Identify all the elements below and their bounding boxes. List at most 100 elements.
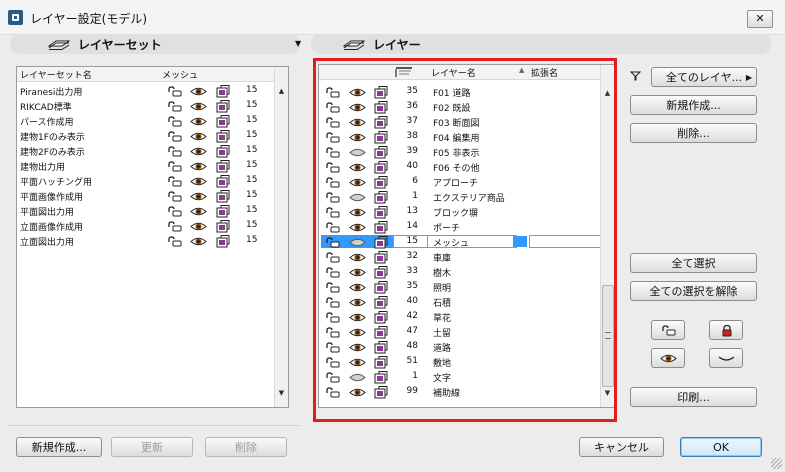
unlock-icon[interactable]	[325, 342, 340, 353]
eye-icon[interactable]	[190, 146, 207, 157]
hidden-eye-icon[interactable]	[349, 147, 366, 158]
unlock-icon[interactable]	[325, 267, 340, 278]
layer-row[interactable]: 37 F03 断面図	[321, 115, 600, 130]
eye-icon[interactable]	[190, 206, 207, 217]
layer-row[interactable]: 51 敷地	[321, 355, 600, 370]
deselect-all-button[interactable]: 全ての選択を解除	[630, 281, 757, 301]
layer-type-icon[interactable]	[374, 250, 389, 264]
ok-button[interactable]: OK	[680, 437, 762, 457]
select-all-button[interactable]: 全て選択	[630, 253, 757, 273]
eye-icon[interactable]	[349, 387, 366, 398]
layer-type-icon[interactable]	[374, 295, 389, 309]
layer-set-scrollbar[interactable]: ▲ ▼	[274, 67, 288, 407]
layer-row[interactable]: 40 F06 その他	[321, 160, 600, 175]
unlock-icon[interactable]	[167, 86, 182, 97]
unlock-button[interactable]	[651, 320, 685, 340]
unlock-icon[interactable]	[325, 117, 340, 128]
layer-row[interactable]: 47 土留	[321, 325, 600, 340]
column-layer-set-name[interactable]: レイヤーセット名	[20, 68, 92, 81]
layer-type-icon[interactable]	[374, 355, 389, 369]
layer-set-row[interactable]: 建物2Fのみ表示 15	[20, 144, 274, 159]
layer-type-icon[interactable]	[374, 340, 389, 354]
layer-row[interactable]: 40 石積	[321, 295, 600, 310]
unlock-icon[interactable]	[325, 207, 340, 218]
layer-type-icon[interactable]	[374, 175, 389, 189]
eye-icon[interactable]	[349, 252, 366, 263]
show-button[interactable]	[651, 348, 685, 368]
delete-layer-set-button[interactable]: 削除	[205, 437, 287, 457]
eye-icon[interactable]	[349, 312, 366, 323]
layer-type-icon[interactable]	[374, 220, 389, 234]
eye-icon[interactable]	[190, 191, 207, 202]
unlock-icon[interactable]	[325, 297, 340, 308]
layer-type-icon[interactable]	[216, 204, 231, 218]
unlock-icon[interactable]	[325, 252, 340, 263]
layer-type-icon[interactable]	[374, 310, 389, 324]
unlock-icon[interactable]	[167, 146, 182, 157]
unlock-icon[interactable]	[325, 87, 340, 98]
layer-type-icon[interactable]	[216, 99, 231, 113]
eye-icon[interactable]	[349, 102, 366, 113]
eye-icon[interactable]	[349, 327, 366, 338]
scroll-up-icon[interactable]: ▲	[275, 87, 288, 99]
unlock-icon[interactable]	[167, 131, 182, 142]
layer-set-row[interactable]: 立面画像作成用 15	[20, 219, 274, 234]
layer-list-scrollbar[interactable]: ▲ ▼	[600, 65, 614, 407]
layer-type-icon[interactable]	[216, 174, 231, 188]
layer-type-icon[interactable]	[374, 100, 389, 114]
unlock-icon[interactable]	[325, 282, 340, 293]
unlock-icon[interactable]	[325, 237, 340, 248]
layer-type-icon[interactable]	[374, 265, 389, 279]
layer-set-row[interactable]: 建物1Fのみ表示 15	[20, 129, 274, 144]
layer-set-row[interactable]: パース作成用 15	[20, 114, 274, 129]
eye-icon[interactable]	[190, 86, 207, 97]
eye-icon[interactable]	[349, 357, 366, 368]
layer-number[interactable]: 15	[395, 236, 418, 246]
layer-type-icon[interactable]	[374, 205, 389, 219]
column-mesh[interactable]: メッシュ	[162, 68, 198, 81]
layer-row[interactable]: 48 道路	[321, 340, 600, 355]
layer-filter-dropdown[interactable]: 全てのレイヤ... ▶	[651, 67, 757, 87]
layer-row[interactable]: 1 エクステリア商品	[321, 190, 600, 205]
layer-set-row[interactable]: 建物出力用 15	[20, 159, 274, 174]
eye-icon[interactable]	[349, 282, 366, 293]
layer-set-row[interactable]: 平面図出力用 15	[20, 204, 274, 219]
layer-list[interactable]: レイヤー名 ▲ 拡張名 35 F01 道路 36 F02 既設 37 F03 断面図 38 F…	[318, 64, 615, 408]
eye-icon[interactable]	[190, 176, 207, 187]
eye-icon[interactable]	[349, 222, 366, 233]
print-button[interactable]: 印刷...	[630, 387, 757, 407]
layer-row[interactable]: 42 草花	[321, 310, 600, 325]
eye-icon[interactable]	[349, 342, 366, 353]
unlock-icon[interactable]	[325, 357, 340, 368]
cancel-button[interactable]: キャンセル	[579, 437, 664, 457]
eye-icon[interactable]	[349, 87, 366, 98]
layer-set-row[interactable]: Piranesi出力用 15	[20, 84, 274, 99]
layer-set-row[interactable]: 立面図出力用 15	[20, 234, 274, 249]
scroll-down-icon[interactable]: ▼	[275, 389, 288, 401]
unlock-icon[interactable]	[325, 102, 340, 113]
unlock-icon[interactable]	[167, 236, 182, 247]
layer-set-row[interactable]: 平面ハッチング用 15	[20, 174, 274, 189]
layer-type-icon[interactable]	[216, 84, 231, 98]
unlock-icon[interactable]	[167, 206, 182, 217]
scroll-up-icon[interactable]: ▲	[601, 89, 614, 101]
layer-type-icon[interactable]	[374, 130, 389, 144]
layer-row[interactable]: 99 補助線	[321, 385, 600, 400]
delete-layer-button[interactable]: 削除...	[630, 123, 757, 143]
unlock-icon[interactable]	[325, 192, 340, 203]
new-layer-button[interactable]: 新規作成...	[630, 95, 757, 115]
layer-row[interactable]: 6 アプローチ	[321, 175, 600, 190]
unlock-icon[interactable]	[325, 312, 340, 323]
layer-type-icon[interactable]	[216, 189, 231, 203]
layer-row[interactable]: 33 樹木	[321, 265, 600, 280]
layer-row[interactable]: 13 ブロック塀	[321, 205, 600, 220]
layer-type-icon[interactable]	[374, 115, 389, 129]
scroll-thumb[interactable]	[602, 285, 614, 387]
eye-icon[interactable]	[190, 161, 207, 172]
hidden-eye-icon[interactable]	[349, 192, 366, 203]
layer-type-icon[interactable]	[374, 235, 389, 249]
unlock-icon[interactable]	[167, 221, 182, 232]
layer-type-icon[interactable]	[216, 159, 231, 173]
layer-type-icon[interactable]	[374, 190, 389, 204]
eye-icon[interactable]	[349, 117, 366, 128]
